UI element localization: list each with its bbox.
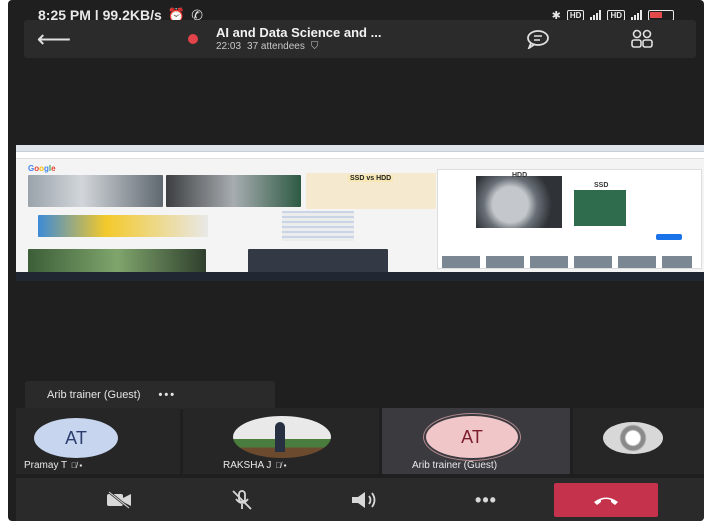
table-thumbnail[interactable] <box>282 211 354 241</box>
speaker-icon <box>352 492 376 508</box>
call-controls-bar: ••• <box>16 478 704 521</box>
presenter-name: Arib trainer (Guest) <box>47 389 141 401</box>
chat-button[interactable] <box>526 28 550 50</box>
visit-button[interactable] <box>656 234 682 240</box>
avatar: AT <box>426 416 518 458</box>
browser-tab-strip <box>16 145 704 152</box>
signal-icon-2 <box>631 10 642 20</box>
participant-name: Arib trainer (Guest) <box>412 460 498 471</box>
related-images-strip[interactable] <box>442 256 692 268</box>
teams-call-screen: 8:25 PM | 99.2KB/s ⏰ ✆ ✱ HD HD ⟵ AI and … <box>8 0 704 521</box>
participant-tile-active-speaker[interactable]: AT Arib trainer (Guest) <box>382 408 570 474</box>
hdd-ssd-thumbnail[interactable] <box>166 175 301 207</box>
hdd-thumbnail[interactable] <box>28 175 163 207</box>
shared-screen-content[interactable]: Google SSD vs HDD HDD SSD <box>16 145 704 281</box>
hang-up-button[interactable] <box>554 483 658 517</box>
hdd-label: HDD <box>512 172 528 179</box>
avatar: AT <box>34 418 118 458</box>
call-duration: 22:03 <box>216 40 242 52</box>
chat-icon <box>527 30 549 49</box>
mic-off-icon: 🎙̸ ▪ <box>275 461 287 470</box>
browser-address-bar <box>16 152 704 159</box>
signal-icon <box>590 10 602 20</box>
image-preview-panel[interactable]: HDD SSD <box>437 169 702 269</box>
recording-icon <box>188 34 198 44</box>
speaker-button[interactable] <box>344 484 384 516</box>
participant-tile[interactable] <box>573 408 704 474</box>
hd-badge-2: HD <box>607 9 625 21</box>
battery-icon <box>648 9 674 21</box>
mic-off-icon <box>232 490 252 510</box>
participant-tile[interactable]: RAKSHA J 🎙̸ ▪ <box>183 408 379 474</box>
call-info: AI and Data Science and ... 22:03 37 att… <box>216 25 382 52</box>
ssd-or-hdd-thumbnail[interactable] <box>248 249 388 273</box>
presenter-more-button[interactable]: ••• <box>159 389 177 401</box>
windows-taskbar <box>16 272 704 281</box>
ssd-vs-hdd-label: SSD vs HDD <box>348 175 394 182</box>
mic-off-icon: 🎙̸ ▪ <box>71 461 83 470</box>
more-options-button[interactable]: ••• <box>466 484 506 516</box>
ssd-image <box>574 190 626 226</box>
shield-icon: ⛉ <box>310 40 319 52</box>
back-button[interactable]: ⟵ <box>24 20 84 58</box>
participant-name: RAKSHA J <box>223 460 272 471</box>
drive-thumbnail[interactable] <box>38 215 208 237</box>
call-header: ⟵ AI and Data Science and ... 22:03 37 a… <box>24 20 696 58</box>
attendee-count[interactable]: 37 attendees <box>247 41 305 52</box>
participant-tile[interactable]: AT Pramay T 🎙̸ ▪ <box>16 408 180 474</box>
mic-toggle-button[interactable] <box>222 484 262 516</box>
avatar-photo <box>233 416 331 458</box>
participants-button[interactable] <box>630 28 654 50</box>
avatar-photo <box>603 422 663 454</box>
phone-hangup-icon <box>594 497 618 505</box>
hd-badge: HD <box>566 9 585 21</box>
people-icon <box>631 29 653 48</box>
participant-name: Pramay T <box>24 460 68 471</box>
participant-strip: AT Pramay T 🎙̸ ▪ RAKSHA J 🎙̸ ▪ AT Arib tra… <box>16 408 704 474</box>
hdd-image <box>476 176 562 228</box>
presenter-label: Arib trainer (Guest) ••• <box>25 381 275 409</box>
circuit-thumbnail[interactable] <box>28 249 206 273</box>
google-logo: Google <box>28 164 56 173</box>
ssd-label: SSD <box>594 182 609 189</box>
camera-toggle-button[interactable] <box>100 484 140 516</box>
camera-off-icon <box>107 491 131 509</box>
back-arrow-icon: ⟵ <box>36 25 72 53</box>
meeting-title: AI and Data Science and ... <box>216 25 382 41</box>
